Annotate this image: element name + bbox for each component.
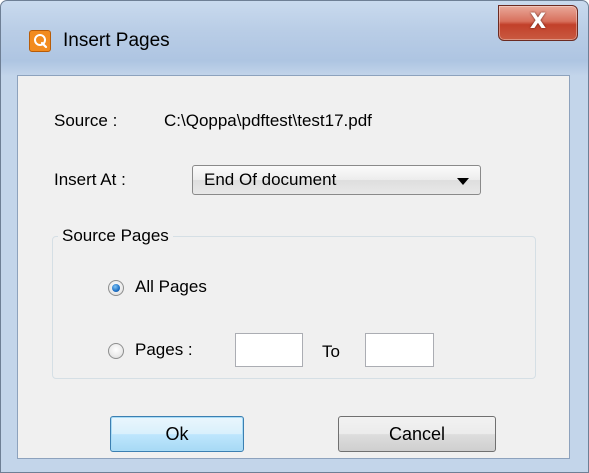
close-icon: X bbox=[529, 9, 547, 33]
chevron-down-icon bbox=[457, 178, 469, 185]
page-from-input[interactable] bbox=[235, 333, 303, 367]
dialog-body: Source : C:\Qoppa\pdftest\test17.pdf Ins… bbox=[17, 75, 570, 459]
pages-range-radio[interactable] bbox=[108, 343, 124, 359]
page-to-input[interactable] bbox=[365, 333, 434, 367]
source-pages-group-title: Source Pages bbox=[58, 226, 173, 246]
pages-range-label[interactable]: Pages : bbox=[135, 340, 193, 360]
insert-at-dropdown[interactable]: End Of document bbox=[192, 165, 481, 195]
insert-pages-dialog: Insert Pages X Source : C:\Qoppa\pdftest… bbox=[0, 0, 589, 473]
insert-at-label: Insert At : bbox=[54, 170, 126, 189]
qoppa-app-icon bbox=[29, 30, 51, 52]
to-label: To bbox=[322, 342, 340, 361]
close-button[interactable]: X bbox=[498, 5, 578, 41]
insert-at-selected-value: End Of document bbox=[204, 170, 337, 189]
title-bar[interactable]: Insert Pages X bbox=[1, 1, 588, 75]
source-label: Source : bbox=[54, 111, 118, 130]
ok-button[interactable]: Ok bbox=[110, 416, 244, 452]
cancel-button[interactable]: Cancel bbox=[338, 416, 496, 452]
window-title: Insert Pages bbox=[63, 30, 170, 51]
source-path: C:\Qoppa\pdftest\test17.pdf bbox=[164, 111, 372, 130]
all-pages-radio[interactable] bbox=[108, 280, 124, 296]
all-pages-label[interactable]: All Pages bbox=[135, 277, 207, 297]
